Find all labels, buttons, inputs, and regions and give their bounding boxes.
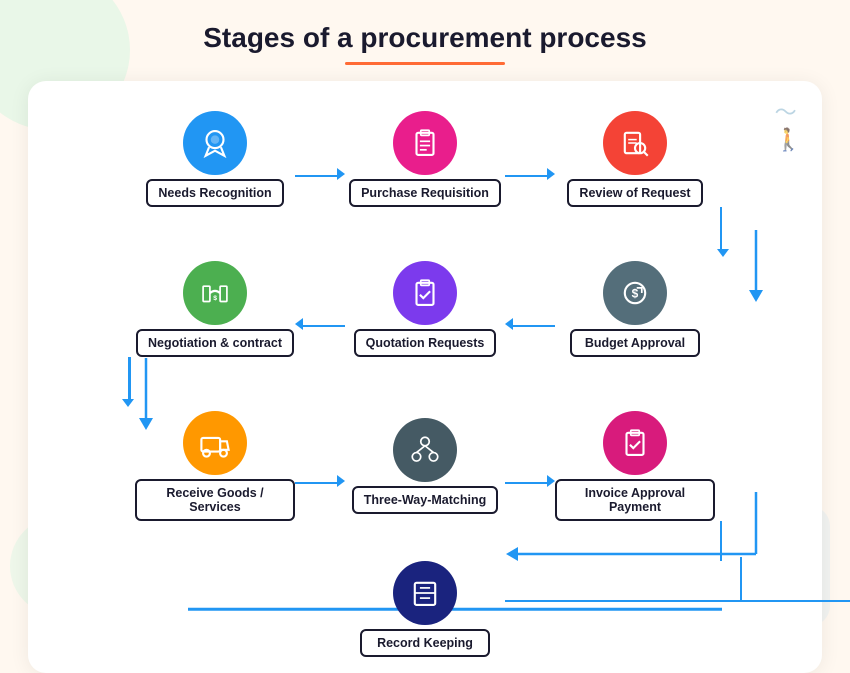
node-three-way-matching: Three-Way-Matching [345, 418, 505, 514]
node-needs-recognition: Needs Recognition [135, 111, 295, 207]
flow-row-1: Needs Recognition Purchase Requisition [48, 111, 802, 207]
arrowhead-2-3 [547, 167, 555, 185]
needs-recognition-label: Needs Recognition [146, 179, 283, 207]
arrowhead-down-right-1 [717, 249, 729, 257]
vline-right-3 [720, 521, 723, 561]
flow-row-4: Record Keeping [48, 561, 802, 657]
flow-row-3: Receive Goods / Services Three-Way-Match… [48, 411, 802, 521]
flow-row-2: $ Negotiation & contract Quotation Reque… [48, 261, 802, 357]
node-review-of-request: Review of Request [555, 111, 715, 207]
three-way-matching-label: Three-Way-Matching [352, 486, 498, 514]
record-keeping-label: Record Keeping [360, 629, 490, 657]
negotiation-contract-label: Negotiation & contract [136, 329, 294, 357]
node-receive-goods: Receive Goods / Services [135, 411, 295, 521]
arrow-6-5 [505, 317, 555, 335]
needs-recognition-icon [183, 111, 247, 175]
node-negotiation-contract: $ Negotiation & contract [135, 261, 295, 357]
abs-hline-to-record [505, 600, 850, 603]
vline-row1-row2 [48, 207, 802, 251]
invoice-approval-label: Invoice Approval Payment [555, 479, 715, 521]
vline-row3-row4 [48, 521, 802, 561]
arrow-5-4 [295, 317, 345, 335]
record-keeping-icon [393, 561, 457, 625]
title-underline [345, 62, 505, 65]
invoice-approval-icon [603, 411, 667, 475]
review-of-request-label: Review of Request [567, 179, 702, 207]
abs-vline-invoice [740, 557, 743, 601]
node-quotation-requests: Quotation Requests [345, 261, 505, 357]
vline-row2-row3 [48, 357, 802, 401]
svg-text:$: $ [213, 295, 217, 302]
vline-left-2 [128, 357, 131, 401]
quotation-requests-label: Quotation Requests [354, 329, 497, 357]
arrowhead-down-left-2 [122, 399, 134, 407]
arrowhead-7-8 [337, 474, 345, 492]
arrow-8-9 [505, 474, 555, 492]
arrowhead-8-9 [547, 474, 555, 492]
three-way-matching-icon [393, 418, 457, 482]
node-record-keeping: Record Keeping [345, 561, 505, 657]
budget-approval-icon: $ [603, 261, 667, 325]
node-budget-approval: $ Budget Approval [555, 261, 715, 357]
budget-approval-label: Budget Approval [570, 329, 700, 357]
node-purchase-requisition: Purchase Requisition [345, 111, 505, 207]
vline-right-1 [720, 207, 723, 251]
arrowhead-6-5 [505, 317, 513, 335]
receive-goods-label: Receive Goods / Services [135, 479, 295, 521]
arrow-2-3 [505, 167, 555, 185]
diagram-container: 〜🚶 Needs Recognition Purchase Requisitio… [28, 81, 822, 673]
purchase-requisition-label: Purchase Requisition [349, 179, 501, 207]
negotiation-contract-icon: $ [183, 261, 247, 325]
receive-goods-icon [183, 411, 247, 475]
review-of-request-icon [603, 111, 667, 175]
arrowhead-5-4 [295, 317, 303, 335]
arrow-7-8 [295, 474, 345, 492]
node-invoice-approval: Invoice Approval Payment [555, 411, 715, 521]
quotation-requests-icon [393, 261, 457, 325]
arrowhead-1-2 [337, 167, 345, 185]
arrow-1-2 [295, 167, 345, 185]
purchase-requisition-icon [393, 111, 457, 175]
page-title: Stages of a procurement process [0, 0, 850, 62]
